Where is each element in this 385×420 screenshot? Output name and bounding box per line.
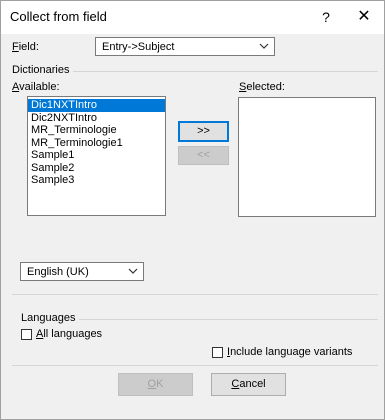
field-select-value: Entry->Subject [102, 41, 175, 53]
title-bar: Collect from field ? ✕ [1, 1, 384, 34]
remove-button[interactable]: << [178, 146, 229, 165]
list-item[interactable]: MR_Terminologie [28, 124, 165, 137]
languages-group-divider [79, 319, 378, 320]
all-languages-label: All languages [36, 328, 103, 340]
separator-line [12, 294, 378, 295]
bottom-separator [12, 365, 378, 366]
list-item[interactable]: Sample3 [28, 174, 165, 187]
chevron-down-icon [128, 268, 138, 274]
cancel-button[interactable]: Cancel [211, 373, 286, 396]
include-variants-label: Include language variants [227, 346, 353, 358]
dictionaries-group-label: Dictionaries [12, 64, 70, 76]
list-item[interactable]: Dic2NXTIntro [28, 112, 165, 125]
available-label: Available: [12, 81, 60, 93]
dictionaries-group-divider [73, 71, 378, 72]
ok-button[interactable]: OK [118, 373, 193, 396]
close-icon: ✕ [357, 8, 371, 25]
selected-listbox[interactable] [238, 97, 376, 217]
selected-label: Selected: [239, 81, 285, 93]
field-select[interactable]: Entry->Subject [95, 37, 275, 56]
window-title: Collect from field [10, 9, 107, 24]
list-item[interactable]: Dic1NXTIntro [28, 99, 165, 112]
help-icon: ? [322, 9, 330, 25]
add-button[interactable]: >> [178, 121, 229, 142]
list-item[interactable]: MR_Terminologie1 [28, 137, 165, 150]
language-select[interactable]: English (UK) [20, 262, 144, 281]
help-button[interactable]: ? [315, 7, 337, 27]
languages-group-label: Languages [21, 312, 76, 324]
include-variants-checkbox-box[interactable] [212, 347, 223, 358]
language-select-value: English (UK) [27, 266, 89, 278]
collect-from-field-dialog: Collect from field ? ✕ Field: Entry->Sub… [0, 0, 385, 420]
chevron-down-icon [259, 43, 269, 49]
available-listbox[interactable]: Dic1NXTIntro Dic2NXTIntro MR_Terminologie M… [27, 96, 166, 216]
all-languages-checkbox-box[interactable] [21, 329, 32, 340]
close-button[interactable]: ✕ [352, 6, 376, 28]
list-item[interactable]: Sample2 [28, 162, 165, 175]
list-item[interactable]: Sample1 [28, 149, 165, 162]
field-label: Field: [12, 41, 39, 53]
